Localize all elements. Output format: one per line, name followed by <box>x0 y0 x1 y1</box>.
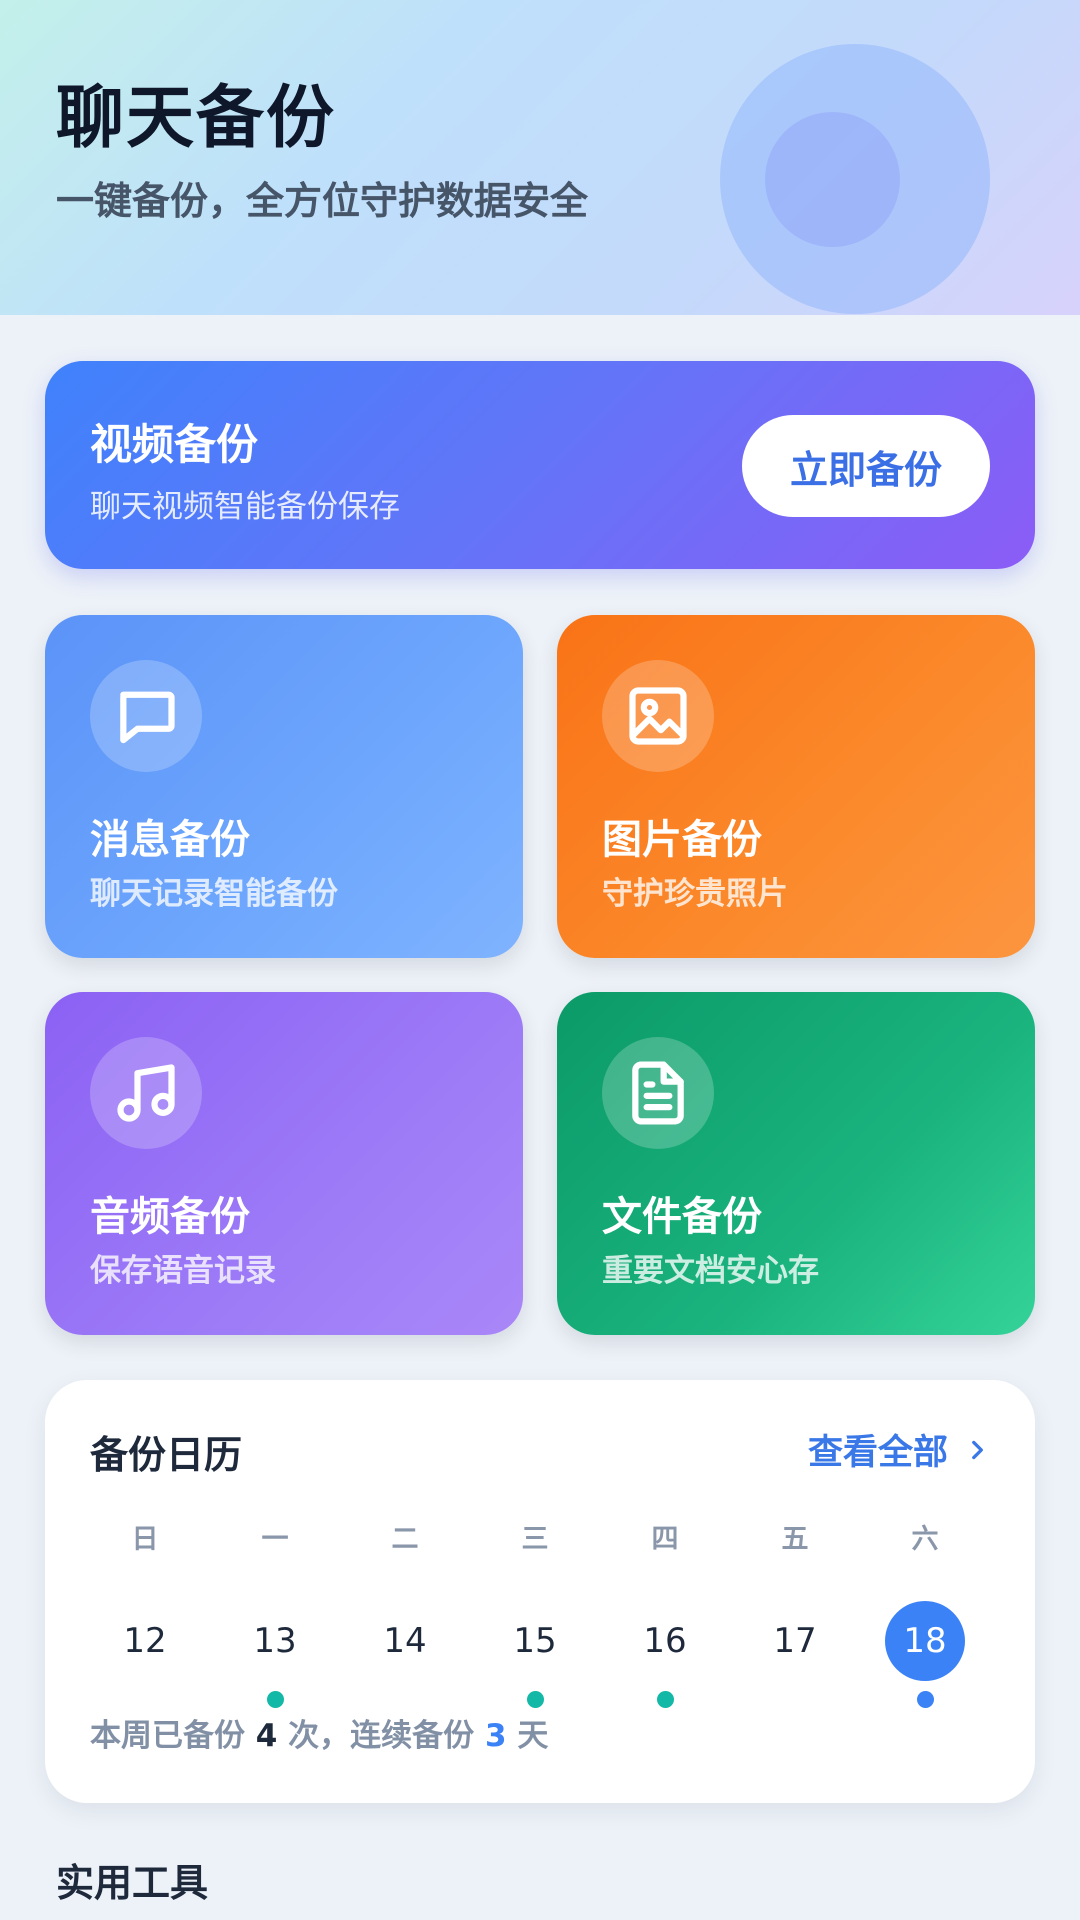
backup-status-dot <box>916 1691 934 1708</box>
message-backup-card[interactable]: 消息备份 聊天记录智能备份 <box>45 615 523 958</box>
date-number: 12 <box>123 1621 167 1661</box>
audio-backup-title: 音频备份 <box>90 1194 250 1240</box>
day-thursday[interactable]: 四 16 <box>610 1515 720 1708</box>
backup-status-dot <box>787 1691 804 1708</box>
message-icon-badge <box>90 660 202 772</box>
backup-now-button[interactable]: 立即备份 <box>742 415 990 517</box>
week-row: 日 12 一 13 二 14 三 15 四 16 五 17 六 18 <box>90 1515 990 1708</box>
message-backup-subtitle: 聊天记录智能备份 <box>90 876 338 912</box>
weekly-summary: 本周已备份 4 次，连续备份 3 天 <box>90 1710 548 1755</box>
date-number: 16 <box>643 1621 687 1661</box>
audio-icon-badge <box>90 1037 202 1149</box>
page: 聊天备份 一键备份，全方位守护数据安全 视频备份 聊天视频智能备份保存 立即备份… <box>0 0 1080 1920</box>
audio-backup-card[interactable]: 音频备份 保存语音记录 <box>45 992 523 1335</box>
day-monday[interactable]: 一 13 <box>220 1515 330 1708</box>
message-backup-title: 消息备份 <box>90 817 250 863</box>
backup-count: 4 <box>255 1718 278 1754</box>
weekday-label: 四 <box>651 1524 679 1555</box>
file-backup-card[interactable]: 文件备份 重要文档安心存 <box>557 992 1035 1335</box>
weekday-label: 五 <box>781 1524 809 1555</box>
day-saturday[interactable]: 六 18 <box>870 1515 980 1708</box>
video-backup-subtitle: 聊天视频智能备份保存 <box>90 489 400 525</box>
weekday-label: 三 <box>521 1524 549 1555</box>
image-backup-title: 图片备份 <box>602 817 762 863</box>
chevron-right-icon <box>972 1440 983 1459</box>
image-backup-card[interactable]: 图片备份 守护珍贵照片 <box>557 615 1035 958</box>
date-number: 14 <box>383 1621 427 1661</box>
view-all-label: 查看全部 <box>807 1433 948 1473</box>
weekday-label: 六 <box>911 1524 939 1555</box>
backup-status-dot <box>656 1691 674 1708</box>
document-icon <box>632 1061 684 1125</box>
image-icon-badge <box>602 660 714 772</box>
streak-days: 3 <box>484 1718 507 1754</box>
tools-section-title: 实用工具 <box>56 1861 209 1905</box>
backup-status-dot <box>397 1691 414 1708</box>
file-backup-title: 文件备份 <box>602 1194 762 1240</box>
day-wednesday[interactable]: 三 15 <box>480 1515 590 1708</box>
page-subtitle: 一键备份，全方位守护数据安全 <box>56 179 589 223</box>
summary-prefix: 本周已备份 <box>90 1718 245 1754</box>
header-decoration-inner-circle <box>765 112 900 247</box>
backup-status-dot <box>526 1691 544 1708</box>
video-backup-card[interactable]: 视频备份 聊天视频智能备份保存 立即备份 <box>45 361 1035 569</box>
file-icon-badge <box>602 1037 714 1149</box>
backup-calendar-card: 备份日历 查看全部 日 12 一 13 二 14 三 15 四 16 五 17 … <box>45 1380 1035 1803</box>
date-number: 18 <box>885 1601 965 1681</box>
file-backup-subtitle: 重要文档安心存 <box>602 1253 819 1289</box>
chat-bubble-icon <box>120 691 175 744</box>
audio-backup-subtitle: 保存语音记录 <box>90 1253 276 1289</box>
music-note-icon <box>117 1064 175 1122</box>
video-backup-title: 视频备份 <box>90 420 259 469</box>
summary-suffix: 天 <box>517 1718 549 1754</box>
date-number: 17 <box>773 1621 817 1661</box>
view-all-link[interactable]: 查看全部 <box>808 1424 990 1475</box>
image-backup-subtitle: 守护珍贵照片 <box>602 876 788 912</box>
image-icon <box>629 687 687 745</box>
page-title: 聊天备份 <box>56 79 337 158</box>
calendar-title: 备份日历 <box>90 1433 243 1477</box>
backup-status-dot <box>266 1691 284 1708</box>
day-tuesday[interactable]: 二 14 <box>350 1515 460 1708</box>
date-number: 13 <box>253 1621 297 1661</box>
date-number: 15 <box>513 1621 557 1661</box>
weekday-label: 日 <box>131 1524 159 1555</box>
day-sunday[interactable]: 日 12 <box>90 1515 200 1708</box>
summary-middle: 次，连续备份 <box>288 1718 475 1754</box>
weekday-label: 一 <box>261 1524 289 1555</box>
backup-status-dot <box>137 1691 154 1708</box>
header: 聊天备份 一键备份，全方位守护数据安全 <box>0 0 1080 315</box>
day-friday[interactable]: 五 17 <box>740 1515 850 1708</box>
weekday-label: 二 <box>391 1524 419 1555</box>
